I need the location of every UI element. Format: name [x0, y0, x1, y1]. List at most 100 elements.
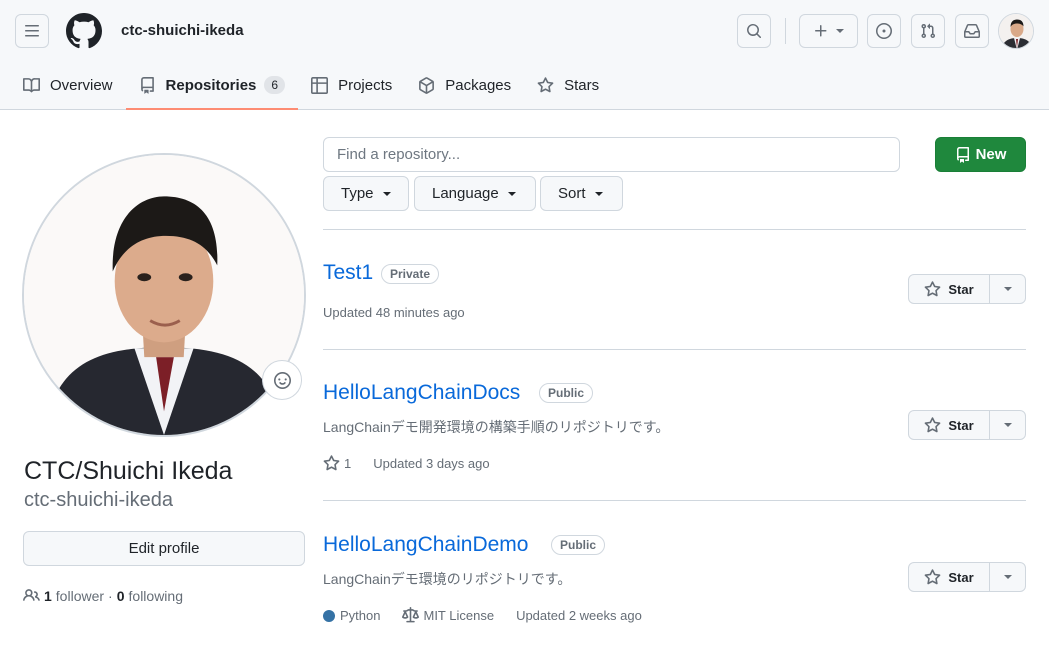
repo-name-link[interactable]: Test1	[323, 261, 373, 285]
sort-filter-label: Sort	[558, 185, 586, 202]
sort-filter-button[interactable]: Sort	[540, 176, 623, 211]
tab-label: Packages	[445, 76, 512, 94]
people-icon	[23, 589, 40, 601]
issues-button[interactable]	[867, 14, 901, 48]
star-icon	[924, 416, 941, 432]
type-filter-button[interactable]: Type	[323, 176, 409, 211]
repo-description: LangChainデモ環境のリポジトリです。	[323, 571, 572, 587]
repo-icon	[140, 76, 154, 94]
star-icon	[924, 280, 941, 296]
repo-updated: Updated 2 weeks ago	[516, 608, 642, 623]
followers-label: follower	[55, 587, 105, 604]
star-button[interactable]: Star	[909, 411, 990, 439]
hamburger-icon	[25, 25, 39, 37]
chevron-down-icon	[836, 29, 844, 33]
header-username[interactable]: ctc-shuichi-ikeda	[121, 22, 244, 39]
star-label: Star	[948, 281, 974, 297]
language-filter-button[interactable]: Language	[414, 176, 536, 211]
avatar-image	[999, 14, 1033, 48]
new-repository-button[interactable]: New	[935, 137, 1026, 172]
inbox-button[interactable]	[955, 14, 989, 48]
star-count: 1	[344, 456, 352, 471]
star-icon	[924, 568, 941, 584]
tab-projects[interactable]: Projects	[298, 62, 405, 108]
package-icon	[419, 76, 435, 94]
chevron-down-icon	[594, 191, 603, 196]
star-button-group: Star	[908, 410, 1026, 440]
star-list-dropdown[interactable]	[990, 563, 1025, 591]
following-link[interactable]: 0 following	[117, 588, 183, 604]
tab-label: Overview	[50, 76, 113, 94]
divider	[323, 500, 1026, 501]
repo-icon	[956, 146, 969, 163]
language-name: Python	[340, 608, 381, 623]
issue-opened-icon	[876, 23, 892, 39]
edit-profile-button[interactable]: Edit profile	[23, 531, 305, 566]
set-status-button[interactable]	[262, 360, 302, 400]
repo-meta: Python MIT License Updated 2 weeks ago	[323, 607, 642, 624]
inbox-icon	[964, 24, 980, 38]
smiley-icon	[273, 371, 291, 389]
star-button-group: Star	[908, 274, 1026, 304]
profile-login: ctc-shuichi-ikeda	[24, 489, 173, 511]
license-link[interactable]: MIT License	[402, 607, 494, 624]
chevron-down-icon	[507, 191, 516, 196]
visibility-badge: Public	[539, 383, 594, 403]
profile-fullname: CTC/Shuichi Ikeda	[24, 457, 233, 485]
app-header: ctc-shuichi-ikeda Overview Repositories …	[0, 0, 1049, 110]
search-icon	[747, 24, 762, 39]
pull-requests-button[interactable]	[911, 14, 945, 48]
star-icon	[537, 76, 554, 92]
chevron-down-icon	[1003, 287, 1012, 291]
repo-description: LangChainデモ開発環境の構築手順のリポジトリです。	[323, 419, 670, 435]
language-color-dot	[323, 609, 335, 622]
repo-language: Python	[323, 608, 380, 623]
star-button[interactable]: Star	[909, 275, 990, 303]
followers-count: 1	[44, 587, 52, 604]
table-icon	[311, 76, 329, 94]
user-avatar[interactable]	[998, 13, 1034, 49]
license-name: MIT License	[423, 608, 495, 623]
chevron-down-icon	[1003, 575, 1012, 579]
profile-tabs: Overview Repositories 6 Projects Package…	[10, 62, 612, 110]
divider	[323, 229, 1026, 230]
star-label: Star	[948, 417, 974, 433]
follow-separator: ·	[108, 587, 113, 604]
repo-updated: Updated 48 minutes ago	[323, 305, 465, 320]
divider	[323, 349, 1026, 350]
repo-meta: 1 Updated 3 days ago	[323, 455, 490, 472]
tab-label: Repositories	[165, 76, 257, 94]
star-list-dropdown[interactable]	[990, 411, 1025, 439]
chevron-down-icon	[1003, 423, 1012, 427]
search-button[interactable]	[737, 14, 771, 48]
visibility-badge: Private	[381, 264, 440, 284]
following-count: 0	[116, 587, 125, 604]
chevron-down-icon	[382, 191, 391, 196]
star-button[interactable]: Star	[909, 563, 990, 591]
following-label: following	[128, 587, 183, 604]
language-filter-label: Language	[432, 185, 499, 202]
follow-stats: 1 follower · 0 following	[23, 587, 183, 604]
repo-name-link[interactable]: HelloLangChainDemo	[323, 533, 528, 557]
tab-overview[interactable]: Overview	[10, 62, 126, 108]
header-divider	[785, 18, 786, 44]
create-new-button[interactable]	[799, 14, 858, 48]
new-button-label: New	[975, 146, 1007, 163]
profile-photo	[22, 153, 306, 437]
git-pull-request-icon	[921, 23, 936, 39]
repo-updated: Updated 3 days ago	[373, 456, 490, 471]
tab-label: Stars	[564, 76, 600, 94]
tab-packages[interactable]: Packages	[405, 62, 524, 108]
repo-name-link[interactable]: HelloLangChainDocs	[323, 381, 520, 405]
plus-icon	[815, 25, 827, 37]
stargazers-link[interactable]: 1	[323, 455, 351, 472]
repo-meta: Updated 48 minutes ago	[323, 305, 465, 320]
followers-link[interactable]: 1 follower	[44, 588, 104, 604]
star-icon	[323, 455, 340, 471]
github-logo-icon[interactable]	[66, 13, 102, 49]
tab-repositories[interactable]: Repositories 6	[125, 62, 299, 110]
star-list-dropdown[interactable]	[990, 275, 1025, 303]
tab-stars[interactable]: Stars	[524, 62, 612, 108]
menu-button[interactable]	[15, 14, 49, 48]
find-repository-input[interactable]	[323, 137, 900, 172]
